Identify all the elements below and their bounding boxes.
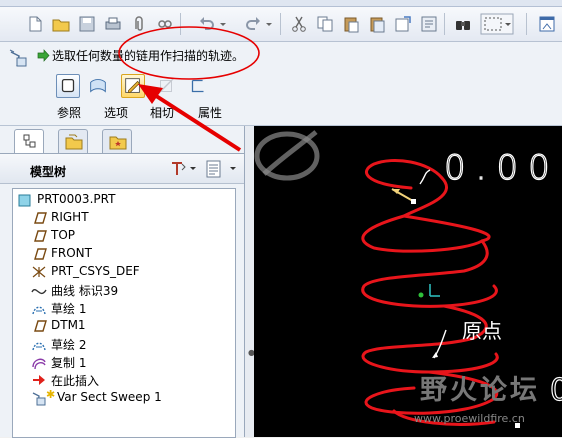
tab-model-tree[interactable] <box>14 129 44 154</box>
new-feature-star-icon: ✱ <box>46 388 56 401</box>
cut-icon[interactable] <box>290 15 308 33</box>
save-icon[interactable] <box>78 15 96 33</box>
dimension-value-partial[interactable]: 0 <box>549 372 562 408</box>
prompt-message: 选取任何数量的链用作扫描的轨迹。 <box>52 49 245 63</box>
find-binoculars-icon[interactable] <box>454 15 472 33</box>
green-arrow-icon <box>37 49 50 62</box>
watermark-logo-icon <box>254 130 320 181</box>
model-tree-title: 模型树 <box>30 165 67 179</box>
part-icon <box>18 194 31 207</box>
tab-folder-browser[interactable] <box>58 129 88 153</box>
toolbar-separator <box>444 13 445 35</box>
redo-dropdown-icon[interactable] <box>264 15 274 33</box>
sweep-dashboard: 选取任何数量的链用作扫描的轨迹。 参照 选项 相切 属性 <box>0 42 562 126</box>
tree-node-label: DTM1 <box>51 318 86 332</box>
tab-tangency[interactable]: 相切 <box>150 104 174 121</box>
tree-node-label: 在此插入 <box>51 374 100 388</box>
menu-bar[interactable] <box>0 0 562 7</box>
copy-icon <box>32 358 46 370</box>
undo-icon[interactable] <box>198 15 216 33</box>
tree-node-label: 曲线 标识39 <box>51 284 119 298</box>
surface-option-button[interactable] <box>86 74 110 98</box>
settings-tools-icon[interactable] <box>168 159 198 179</box>
tree-node-label: FRONT <box>51 246 92 260</box>
model-player-icon[interactable] <box>420 15 438 33</box>
toolbar-separator <box>280 13 281 35</box>
datum-plane-icon <box>34 212 47 224</box>
paste-icon[interactable] <box>342 15 360 33</box>
print-icon[interactable] <box>104 15 122 33</box>
folder-browser-icon <box>65 134 83 150</box>
tab-properties[interactable]: 属性 <box>198 104 222 121</box>
tree-node-label: PRT_CSYS_DEF <box>51 264 140 278</box>
var-sect-sweep-icon <box>32 392 46 406</box>
thicken-button[interactable] <box>186 74 210 98</box>
undo-dropdown-icon[interactable] <box>218 15 228 33</box>
redo-icon[interactable] <box>244 15 262 33</box>
sketch-section-button[interactable] <box>121 74 145 98</box>
datum-plane-icon <box>34 320 47 332</box>
toolbar-separator <box>526 13 527 35</box>
regenerate-icon[interactable] <box>394 15 412 33</box>
csys-icon <box>32 266 46 278</box>
copy-icon[interactable] <box>316 15 334 33</box>
select-box-icon[interactable] <box>480 13 514 35</box>
open-folder-icon[interactable] <box>52 15 70 33</box>
datum-plane-icon <box>34 230 47 242</box>
tree-node-label: 复制 1 <box>51 356 87 370</box>
link-icon[interactable] <box>156 15 174 33</box>
new-file-icon[interactable] <box>26 15 44 33</box>
watermark-url: www.proewildfire.cn <box>414 412 525 425</box>
toolbar-separator <box>180 13 181 35</box>
model-tree-icon <box>23 134 36 148</box>
remove-material-button[interactable] <box>154 74 178 98</box>
tree-node-label: PRT0003.PRT <box>37 192 116 206</box>
tree-node-label: TOP <box>51 228 76 242</box>
watermark-text: 野火论坛 <box>420 375 540 406</box>
tree-node-label: 草绘 1 <box>51 302 87 316</box>
panel-splitter[interactable]: ● <box>244 126 255 437</box>
csys-origin-dot <box>418 292 424 298</box>
insert-here-arrow-icon <box>33 375 45 385</box>
tree-node-label: 草绘 2 <box>51 338 87 352</box>
helix-curve <box>402 214 491 243</box>
tab-favorites[interactable] <box>102 129 132 153</box>
tab-options[interactable]: 选项 <box>104 104 128 121</box>
model-tree-header: 模型树 <box>0 154 244 184</box>
main-toolbar <box>0 7 562 42</box>
sketch-icon <box>32 306 46 315</box>
graphics-window[interactable]: 0.00 原点 0 野火论坛 www.proewildfire.cn <box>254 126 562 437</box>
tab-references[interactable]: 参照 <box>57 104 81 121</box>
tree-node-label: RIGHT <box>51 210 89 224</box>
collapse-handle-icon[interactable]: ● <box>248 348 255 357</box>
origin-label: 原点 <box>462 319 502 343</box>
navigator-panel: 模型树 PRT0003.PRT RIGHT TOP FRONT PRT_CSYS_DEF… <box>0 126 245 438</box>
model-tree[interactable]: PRT0003.PRT RIGHT TOP FRONT PRT_CSYS_DEF 曲线 标… <box>12 188 236 438</box>
tree-node-label: Var Sect Sweep 1 <box>57 390 162 404</box>
datum-plane-icon <box>34 248 47 260</box>
window-icon[interactable] <box>538 15 556 33</box>
trajectory-chain-button[interactable] <box>56 74 80 98</box>
sketch-icon <box>32 342 46 351</box>
show-menu-icon[interactable] <box>204 159 240 179</box>
var-sect-sweep-icon <box>9 49 27 67</box>
favorites-folder-icon <box>109 136 127 150</box>
curve-icon <box>31 289 47 295</box>
paperclip-icon[interactable] <box>130 15 148 33</box>
start-point-marker <box>411 199 416 204</box>
paste-special-icon[interactable] <box>368 15 386 33</box>
